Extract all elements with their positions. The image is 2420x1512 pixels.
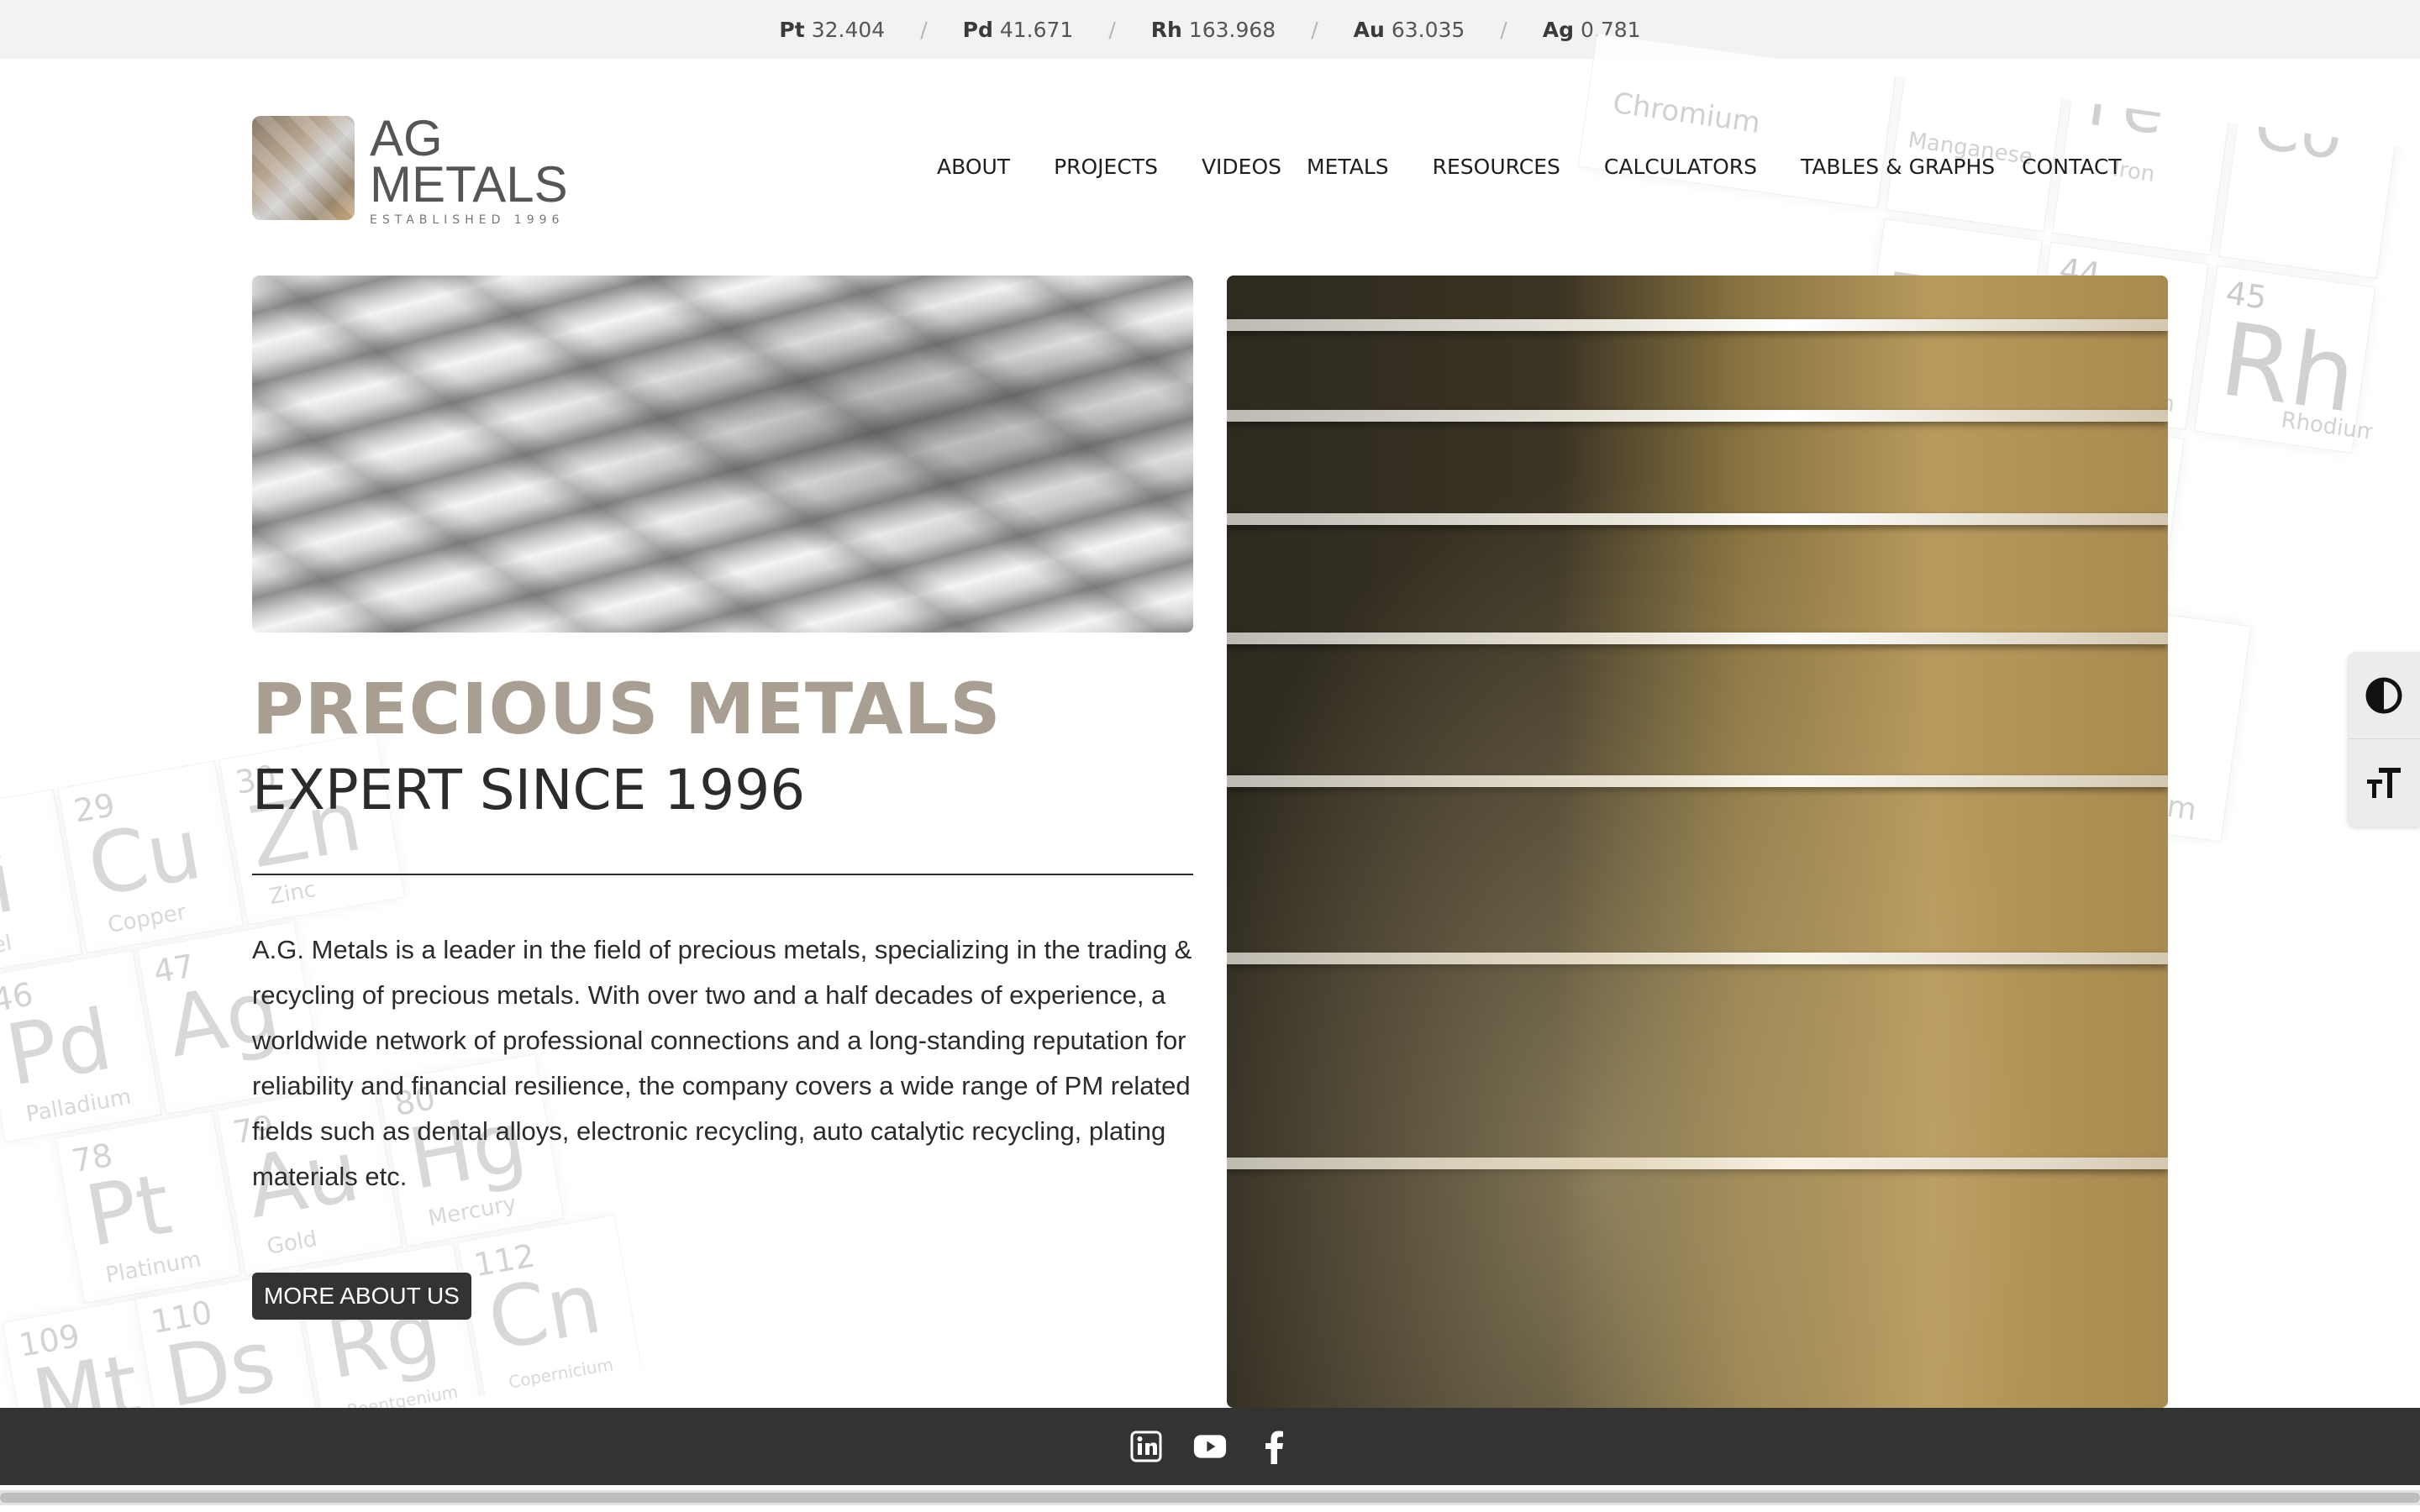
ticker-item-au: Au 63.035: [1354, 18, 1465, 42]
hero-description: A.G. Metals is a leader in the field of …: [252, 935, 1192, 1191]
nav-item-tables-graphs[interactable]: TABLES & GRAPHS: [1801, 155, 1995, 179]
hero-subtitle: EXPERT SINCE 1996: [252, 758, 806, 822]
element-tile: 112 Cn Copernicium: [457, 1214, 642, 1408]
nav-item-about[interactable]: ABOUT: [937, 155, 1010, 179]
linkedin-icon: [1130, 1431, 1162, 1462]
metal-bar: [1227, 953, 2168, 964]
ticker-symbol: Pd: [962, 17, 993, 42]
ticker-item-rh: Rh 163.968: [1151, 18, 1276, 42]
ticker-item-pt: Pt 32.404: [779, 18, 885, 42]
element-tile: Co: [2218, 86, 2401, 280]
nav-item-videos[interactable]: VIDEOS: [1202, 155, 1281, 179]
ticker-separator: /: [1500, 17, 1507, 42]
scrollbar-thumb[interactable]: [0, 1493, 2420, 1503]
ticker-separator: /: [1108, 17, 1116, 42]
metal-bar: [1227, 319, 2168, 331]
ticker-price: 0.781: [1580, 17, 1641, 42]
text-size-icon: [2367, 768, 2401, 798]
hero-divider: [252, 874, 1193, 875]
ticker-symbol: Rh: [1150, 17, 1182, 42]
logo-line-1: AG: [370, 110, 443, 166]
element-tile: 28NiNickel: [0, 789, 83, 983]
ticker-item-ag: Ag 0.781: [1543, 18, 1641, 42]
hero-title: PRECIOUS METALS: [252, 668, 1002, 750]
ticker-symbol: Au: [1353, 17, 1385, 42]
ticker-item-pd: Pd 41.671: [963, 18, 1074, 42]
facebook-icon: [1265, 1431, 1283, 1464]
element-tile: 78 Pt Platinum: [55, 1110, 242, 1304]
youtube-icon: [1193, 1435, 1227, 1458]
accessibility-toolbar: [2348, 652, 2420, 827]
ticker-price: 163.968: [1188, 17, 1276, 42]
horizontal-scrollbar[interactable]: [0, 1490, 2420, 1505]
woven-metal-image: [252, 276, 1193, 633]
facebook-link[interactable]: [1257, 1430, 1291, 1464]
text-size-button[interactable]: [2348, 739, 2420, 827]
price-ticker: Pt 32.404 / Pd 41.671 / Rh 163.968 / Au …: [0, 0, 2420, 59]
ticker-symbol: Ag: [1542, 17, 1574, 42]
ticker-separator: /: [920, 17, 928, 42]
logo-text: AG METALS ESTABLISHED 1996: [370, 110, 568, 228]
element-tile: Manganese: [1886, 43, 2068, 233]
nav-item-resources[interactable]: RESOURCES: [1433, 155, 1560, 179]
logo-tagline: ESTABLISHED 1996: [370, 213, 565, 227]
metal-bar: [1227, 775, 2168, 787]
ticker-price: 41.671: [999, 17, 1074, 42]
more-about-us-button[interactable]: MORE ABOUT US: [252, 1273, 471, 1320]
ticker-separator: /: [1311, 17, 1318, 42]
element-tile: 46 Pd Palladium: [0, 949, 162, 1143]
youtube-link[interactable]: [1193, 1430, 1227, 1463]
metal-bar: [1227, 1158, 2168, 1169]
ticker-symbol: Pt: [779, 17, 805, 42]
footer-social-bar: [0, 1408, 2420, 1485]
site-logo[interactable]: AG METALS ESTABLISHED 1996: [252, 110, 568, 228]
element-tile: 29 Cu Copper: [57, 760, 245, 954]
ticker-price: 32.404: [811, 17, 886, 42]
element-tile: Chromium: [1577, 34, 1902, 209]
linkedin-link[interactable]: [1129, 1430, 1163, 1463]
logo-line-2: METALS: [370, 156, 568, 213]
nav-item-calculators[interactable]: CALCULATORS: [1604, 155, 1757, 179]
element-tile: 45 Rh Rhodium: [2194, 265, 2380, 454]
metal-bar: [1227, 633, 2168, 644]
metal-bar: [1227, 513, 2168, 525]
metal-bar: [1227, 410, 2168, 422]
main-nav: ABOUT PROJECTS VIDEOS METALS RESOURCES C…: [937, 155, 2122, 179]
nav-item-projects[interactable]: PROJECTS: [1054, 155, 1158, 179]
logo-mark-icon: [252, 116, 355, 220]
contrast-toggle-button[interactable]: [2348, 652, 2420, 739]
ticker-price: 63.035: [1391, 17, 1465, 42]
nav-item-metals[interactable]: METALS: [1307, 155, 1389, 179]
nav-item-contact[interactable]: CONTACT: [2022, 155, 2122, 179]
metal-bars-image: [1227, 276, 2168, 1408]
contrast-icon: [2365, 677, 2402, 713]
